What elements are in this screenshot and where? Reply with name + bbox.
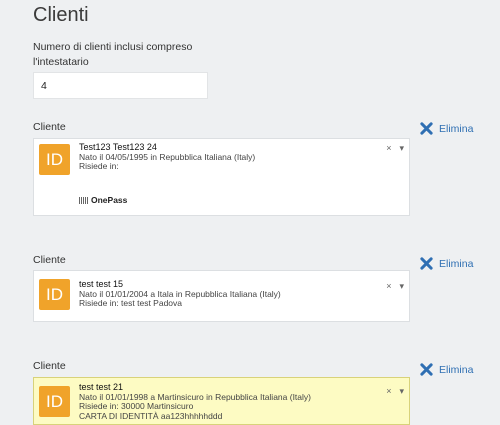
- client-birth: Nato il 04/05/1995 in Repubblica Italian…: [79, 151, 256, 162]
- client-card-1[interactable]: ID Test123 Test123 24 Nato il 04/05/1995…: [33, 138, 410, 216]
- delete-client-button-1[interactable]: Elimina: [420, 122, 473, 135]
- clear-icon[interactable]: ×: [386, 386, 391, 397]
- card-controls: × ▾: [386, 281, 404, 292]
- card-controls: × ▾: [386, 143, 404, 154]
- client-details: test test 15 Nato il 01/01/2004 a Itala …: [79, 279, 379, 309]
- page-title: Clienti: [33, 4, 89, 26]
- onepass-badge: OnePass: [79, 195, 127, 205]
- barcode-icon: [79, 196, 88, 204]
- delete-icon: [420, 122, 433, 135]
- delete-label: Elimina: [439, 122, 474, 135]
- client-document: CARTA DI IDENTITÀ aa123hhhhhddd: [79, 410, 223, 421]
- clear-icon[interactable]: ×: [386, 143, 391, 154]
- client-details: Test123 Test123 24 Nato il 04/05/1995 in…: [79, 142, 379, 172]
- delete-icon: [420, 363, 433, 376]
- client-details: test test 21 Nato il 01/01/1998 a Martin…: [79, 382, 379, 421]
- id-card-icon: ID: [39, 144, 70, 175]
- delete-label: Elimina: [439, 257, 474, 270]
- clear-icon[interactable]: ×: [386, 281, 391, 292]
- chevron-down-icon[interactable]: ▾: [399, 143, 404, 154]
- delete-client-button-3[interactable]: Elimina: [420, 363, 473, 376]
- client-residence: Risiede in: test test Padova: [79, 298, 183, 308]
- client-label-3: Cliente: [33, 360, 66, 372]
- delete-icon: [420, 257, 433, 270]
- client-count-label: Numero di clienti inclusi compreso l'int…: [33, 41, 193, 68]
- delete-client-button-2[interactable]: Elimina: [420, 257, 473, 270]
- id-card-icon: ID: [39, 279, 70, 310]
- chevron-down-icon[interactable]: ▾: [399, 281, 404, 292]
- client-card-3[interactable]: ID test test 21 Nato il 01/01/1998 a Mar…: [33, 377, 410, 425]
- id-card-icon: ID: [39, 386, 70, 417]
- delete-label: Elimina: [439, 363, 474, 376]
- card-controls: × ▾: [386, 386, 404, 397]
- chevron-down-icon[interactable]: ▾: [399, 386, 404, 397]
- client-count-input[interactable]: 4: [33, 72, 208, 99]
- client-card-2[interactable]: ID test test 15 Nato il 01/01/2004 a Ita…: [33, 270, 410, 322]
- client-label-1: Cliente: [33, 121, 66, 133]
- onepass-label: OnePass: [91, 195, 128, 205]
- client-residence: Risiede in:: [79, 161, 119, 171]
- client-label-2: Cliente: [33, 254, 66, 266]
